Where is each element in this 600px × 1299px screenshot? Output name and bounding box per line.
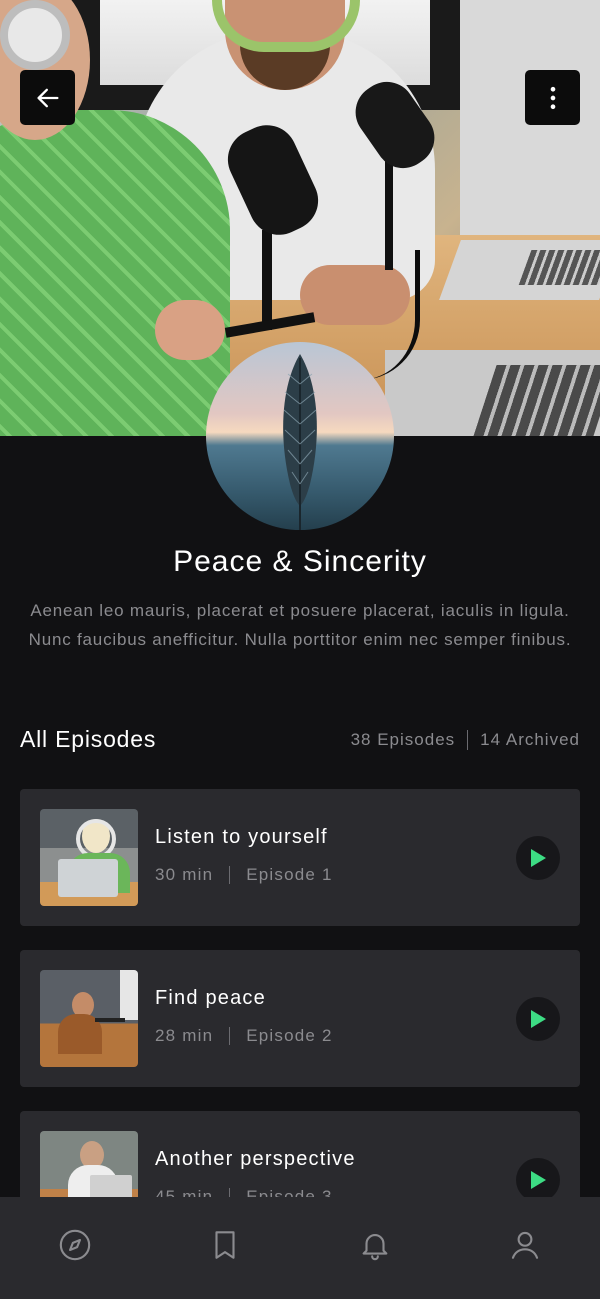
podcast-title: Peace & Sincerity (173, 545, 427, 578)
nav-profile[interactable] (495, 1215, 555, 1275)
episode-thumbnail (40, 809, 138, 906)
episode-count: 38 Episodes (350, 729, 456, 749)
play-button[interactable] (516, 836, 560, 880)
podcast-cover (206, 342, 394, 530)
nav-discover[interactable] (45, 1215, 105, 1275)
more-options-button[interactable] (525, 70, 580, 125)
play-icon (531, 1010, 546, 1028)
episode-title: Another perspective (155, 1148, 356, 1170)
episodes-header: All Episodes 38 Episodes 14 Archived (20, 726, 580, 753)
back-button[interactable] (20, 70, 75, 125)
play-button[interactable] (516, 997, 560, 1041)
archived-count: 14 Archived (480, 729, 580, 749)
podcast-description: Aenean leo mauris, placerat et posuere p… (28, 601, 572, 649)
bottom-nav (0, 1197, 600, 1299)
episode-title: Listen to yourself (155, 826, 328, 848)
nav-notifications[interactable] (345, 1215, 405, 1275)
episode-card[interactable]: Find peace 28 min Episode 2 (20, 950, 580, 1087)
episode-meta: 28 min Episode 2 (155, 1026, 333, 1046)
episode-number: Episode 1 (246, 865, 333, 884)
bell-icon (362, 1234, 388, 1261)
episode-duration: 28 min (155, 1026, 214, 1045)
episode-number: Episode 2 (246, 1026, 333, 1045)
play-icon (531, 849, 546, 867)
feather-image (283, 354, 317, 530)
user-icon (511, 1231, 539, 1259)
divider (229, 1027, 231, 1045)
episode-meta: 30 min Episode 1 (155, 865, 333, 885)
arrow-left-icon (37, 88, 58, 107)
more-vertical-icon (550, 86, 555, 109)
divider (467, 729, 469, 750)
section-title: All Episodes (20, 726, 157, 752)
nav-bookmarks[interactable] (195, 1215, 255, 1275)
play-button[interactable] (516, 1158, 560, 1202)
episodes-stats: 38 Episodes 14 Archived (350, 729, 580, 750)
play-icon (531, 1171, 546, 1189)
bookmark-icon (215, 1231, 235, 1259)
divider (229, 866, 231, 884)
compass-icon (59, 1229, 91, 1261)
episode-card[interactable]: Listen to yourself 30 min Episode 1 (20, 789, 580, 926)
episode-duration: 30 min (155, 865, 214, 884)
episode-title: Find peace (155, 987, 266, 1009)
episode-thumbnail (40, 970, 138, 1067)
